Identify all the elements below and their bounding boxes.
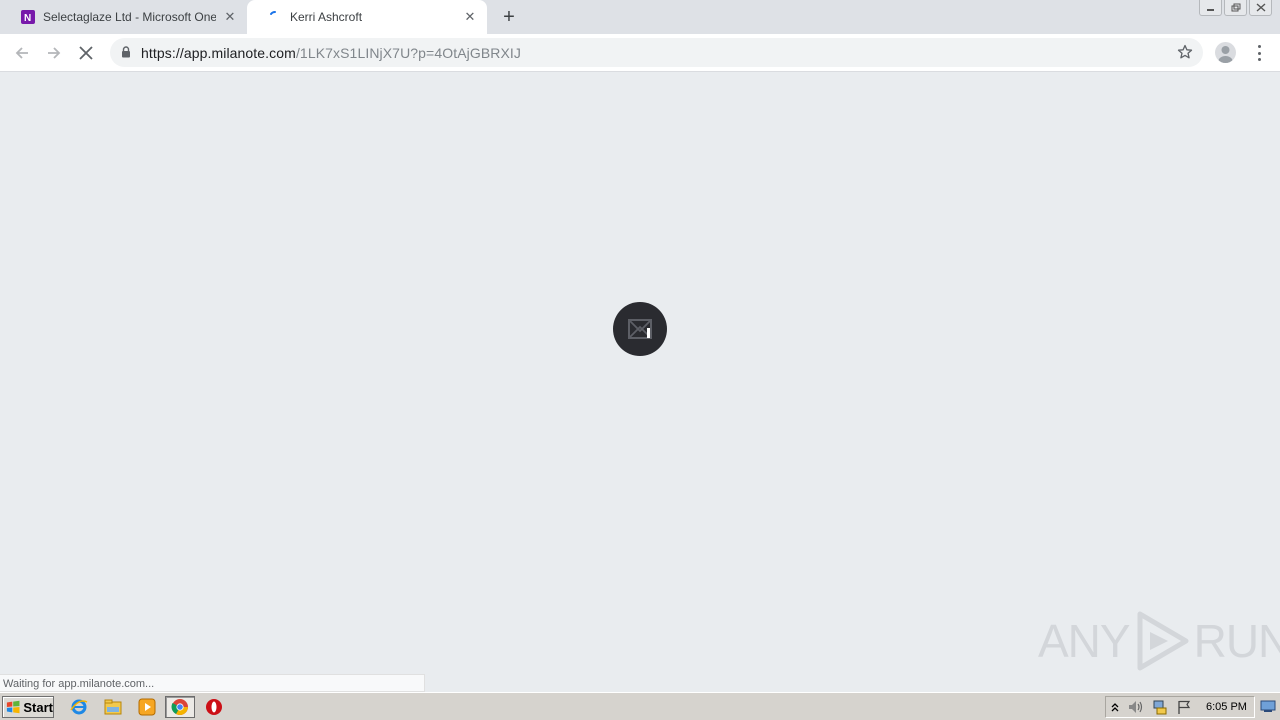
start-label: Start [23, 699, 53, 715]
tab-kerri-ashcroft[interactable]: Kerri Ashcroft ✕ [247, 0, 487, 34]
url-host: https://app.milanote.com [141, 45, 296, 61]
stop-loading-button[interactable] [72, 39, 100, 67]
network-icon[interactable] [1148, 697, 1172, 717]
url-text[interactable]: https://app.milanote.com/1LK7xS1LINjX7U?… [141, 45, 521, 61]
tab-onenote[interactable]: N Selectaglaze Ltd - Microsoft OneNote ✕ [0, 0, 247, 34]
opera-icon[interactable] [203, 697, 225, 717]
windows-logo-icon [6, 700, 20, 714]
restore-button[interactable] [1224, 0, 1247, 16]
browser-menu-icon[interactable] [1251, 43, 1267, 63]
close-window-button[interactable] [1249, 0, 1272, 16]
start-button[interactable]: Start [2, 696, 54, 718]
internet-explorer-icon[interactable] [68, 697, 90, 717]
bookmark-star-icon[interactable] [1177, 44, 1193, 60]
show-desktop-icon[interactable] [1259, 697, 1277, 715]
back-button[interactable] [8, 39, 36, 67]
minimize-button[interactable] [1199, 0, 1222, 16]
volume-icon[interactable] [1124, 697, 1148, 717]
action-center-flag-icon[interactable] [1172, 697, 1196, 717]
anyrun-watermark: ANY RUN [1038, 610, 1280, 672]
chrome-icon[interactable] [165, 696, 195, 718]
address-bar[interactable]: https://app.milanote.com/1LK7xS1LINjX7U?… [110, 38, 1203, 67]
watermark-right: RUN [1193, 615, 1280, 667]
close-tab-icon[interactable]: ✕ [222, 9, 238, 25]
tray-expand-icon[interactable] [1106, 697, 1124, 717]
play-icon [1137, 611, 1189, 671]
url-path: /1LK7xS1LINjX7U?p=4OtAjGBRXIJ [295, 45, 522, 61]
tab-title: Kerri Ashcroft [290, 10, 363, 24]
tab-strip: N Selectaglaze Ltd - Microsoft OneNote ✕… [0, 0, 1280, 34]
watermark-left: ANY [1038, 615, 1131, 667]
new-tab-button[interactable]: + [498, 6, 520, 28]
close-tab-icon[interactable]: ✕ [462, 9, 478, 25]
loading-spinner-icon [270, 11, 276, 15]
forward-arrow-icon [48, 47, 61, 59]
svg-text:N: N [24, 13, 31, 24]
status-bar: Waiting for app.milanote.com... [0, 674, 425, 692]
system-tray: 6:05 PM [1105, 696, 1255, 718]
forward-button[interactable] [40, 39, 68, 67]
back-arrow-icon [15, 47, 28, 59]
media-player-icon[interactable] [136, 697, 158, 717]
browser-toolbar: https://app.milanote.com/1LK7xS1LINjX7U?… [0, 34, 1280, 72]
close-icon [79, 46, 93, 60]
lock-icon [122, 46, 130, 58]
milanote-logo-icon [613, 302, 667, 356]
window-controls [1199, 0, 1272, 16]
profile-avatar-icon[interactable] [1215, 42, 1236, 63]
file-explorer-icon[interactable] [102, 697, 124, 717]
page-content: ANY RUN Waiting for app.milanote.com... [0, 72, 1280, 692]
taskbar: Start 6:05 PM [0, 692, 1280, 720]
tab-title: Selectaglaze Ltd - Microsoft OneNote [43, 10, 216, 24]
onenote-icon: N [21, 10, 35, 24]
clock[interactable]: 6:05 PM [1206, 701, 1247, 713]
